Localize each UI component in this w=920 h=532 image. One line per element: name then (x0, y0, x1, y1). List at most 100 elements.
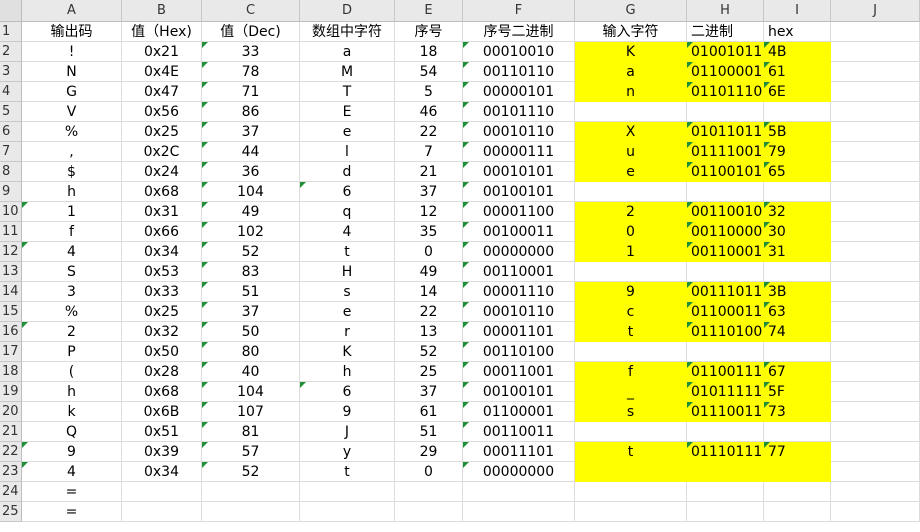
row-header-19[interactable]: 19 (0, 382, 22, 402)
cell-c18[interactable]: 40 (202, 362, 300, 382)
cell-h8[interactable]: 01100101 (687, 162, 764, 182)
cell-e7[interactable]: 7 (395, 142, 463, 162)
cell-e4[interactable]: 5 (395, 82, 463, 102)
cell-d15[interactable]: e (300, 302, 395, 322)
cell-i13[interactable] (764, 262, 831, 282)
cell-f15[interactable]: 00010110 (463, 302, 575, 322)
cell-b24[interactable] (122, 482, 202, 502)
cell-c6[interactable]: 37 (202, 122, 300, 142)
cell-j5[interactable] (831, 102, 920, 122)
cell-f24[interactable] (463, 482, 575, 502)
cell-f4[interactable]: 00000101 (463, 82, 575, 102)
cell-b23[interactable]: 0x34 (122, 462, 202, 482)
cell-i3[interactable]: 61 (764, 62, 831, 82)
cell-d18[interactable]: h (300, 362, 395, 382)
cell-g14[interactable]: 9 (575, 282, 687, 302)
cell-i19[interactable]: 5F (764, 382, 831, 402)
row-header-5[interactable]: 5 (0, 102, 22, 122)
cell-h17[interactable] (687, 342, 764, 362)
cell-h4[interactable]: 01101110 (687, 82, 764, 102)
cell-g24[interactable] (575, 482, 687, 502)
cell-e25[interactable] (395, 502, 463, 522)
spreadsheet-grid[interactable]: A B C D E F G H I J 1 输出码 值（Hex) 值（Dec) 数组中字符 序号 序号二进制 输入… (0, 0, 920, 532)
row-header-1[interactable]: 1 (0, 22, 22, 42)
cell-j7[interactable] (831, 142, 920, 162)
cell-g18[interactable]: f (575, 362, 687, 382)
cell-b2[interactable]: 0x21 (122, 42, 202, 62)
cell-b20[interactable]: 0x6B (122, 402, 202, 422)
cell-d7[interactable]: l (300, 142, 395, 162)
cell-c25[interactable] (202, 502, 300, 522)
cell-g20[interactable]: s (575, 402, 687, 422)
row-header-24[interactable]: 24 (0, 482, 22, 502)
cell-h10[interactable]: 00110010 (687, 202, 764, 222)
cell-d3[interactable]: M (300, 62, 395, 82)
cell-h23[interactable] (687, 462, 764, 482)
cell-g17[interactable] (575, 342, 687, 362)
cell-f3[interactable]: 00110110 (463, 62, 575, 82)
cell-i6[interactable]: 5B (764, 122, 831, 142)
cell-c16[interactable]: 50 (202, 322, 300, 342)
cell-g15[interactable]: c (575, 302, 687, 322)
cell-d5[interactable]: E (300, 102, 395, 122)
cell-e23[interactable]: 0 (395, 462, 463, 482)
cell-c23[interactable]: 52 (202, 462, 300, 482)
cell-a18[interactable]: ( (22, 362, 122, 382)
row-header-8[interactable]: 8 (0, 162, 22, 182)
cell-d8[interactable]: d (300, 162, 395, 182)
cell-a22[interactable]: 9 (22, 442, 122, 462)
cell-f5[interactable]: 00101110 (463, 102, 575, 122)
cell-b14[interactable]: 0x33 (122, 282, 202, 302)
cell-d14[interactable]: s (300, 282, 395, 302)
row-header-12[interactable]: 12 (0, 242, 22, 262)
cell-b1[interactable]: 值（Hex) (122, 22, 202, 42)
cell-a15[interactable]: % (22, 302, 122, 322)
cell-b6[interactable]: 0x25 (122, 122, 202, 142)
cell-j21[interactable] (831, 422, 920, 442)
cell-f6[interactable]: 00010110 (463, 122, 575, 142)
cell-a20[interactable]: k (22, 402, 122, 422)
cell-i5[interactable] (764, 102, 831, 122)
cell-c10[interactable]: 49 (202, 202, 300, 222)
cell-d11[interactable]: 4 (300, 222, 395, 242)
column-header-e[interactable]: E (395, 0, 463, 22)
select-all-corner[interactable] (0, 0, 22, 22)
cell-h21[interactable] (687, 422, 764, 442)
cell-b25[interactable] (122, 502, 202, 522)
row-header-6[interactable]: 6 (0, 122, 22, 142)
cell-h9[interactable] (687, 182, 764, 202)
cell-c9[interactable]: 104 (202, 182, 300, 202)
row-header-21[interactable]: 21 (0, 422, 22, 442)
cell-a21[interactable]: Q (22, 422, 122, 442)
cell-f16[interactable]: 00001101 (463, 322, 575, 342)
cell-j10[interactable] (831, 202, 920, 222)
cell-a4[interactable]: G (22, 82, 122, 102)
cell-g21[interactable] (575, 422, 687, 442)
cell-b4[interactable]: 0x47 (122, 82, 202, 102)
cell-c5[interactable]: 86 (202, 102, 300, 122)
cell-a25[interactable]: = (22, 502, 122, 522)
cell-b7[interactable]: 0x2C (122, 142, 202, 162)
cell-h18[interactable]: 01100111 (687, 362, 764, 382)
cell-i22[interactable]: 77 (764, 442, 831, 462)
cell-f22[interactable]: 00011101 (463, 442, 575, 462)
cell-i17[interactable] (764, 342, 831, 362)
cell-d2[interactable]: a (300, 42, 395, 62)
cell-b15[interactable]: 0x25 (122, 302, 202, 322)
cell-i25[interactable] (764, 502, 831, 522)
cell-g6[interactable]: X (575, 122, 687, 142)
row-header-17[interactable]: 17 (0, 342, 22, 362)
cell-d1[interactable]: 数组中字符 (300, 22, 395, 42)
cell-j15[interactable] (831, 302, 920, 322)
cell-g13[interactable] (575, 262, 687, 282)
cell-j2[interactable] (831, 42, 920, 62)
cell-d23[interactable]: t (300, 462, 395, 482)
cell-c8[interactable]: 36 (202, 162, 300, 182)
row-header-23[interactable]: 23 (0, 462, 22, 482)
cell-c14[interactable]: 51 (202, 282, 300, 302)
cell-e18[interactable]: 25 (395, 362, 463, 382)
cell-j1[interactable] (831, 22, 920, 42)
cell-a3[interactable]: N (22, 62, 122, 82)
cell-j20[interactable] (831, 402, 920, 422)
cell-h19[interactable]: 01011111 (687, 382, 764, 402)
